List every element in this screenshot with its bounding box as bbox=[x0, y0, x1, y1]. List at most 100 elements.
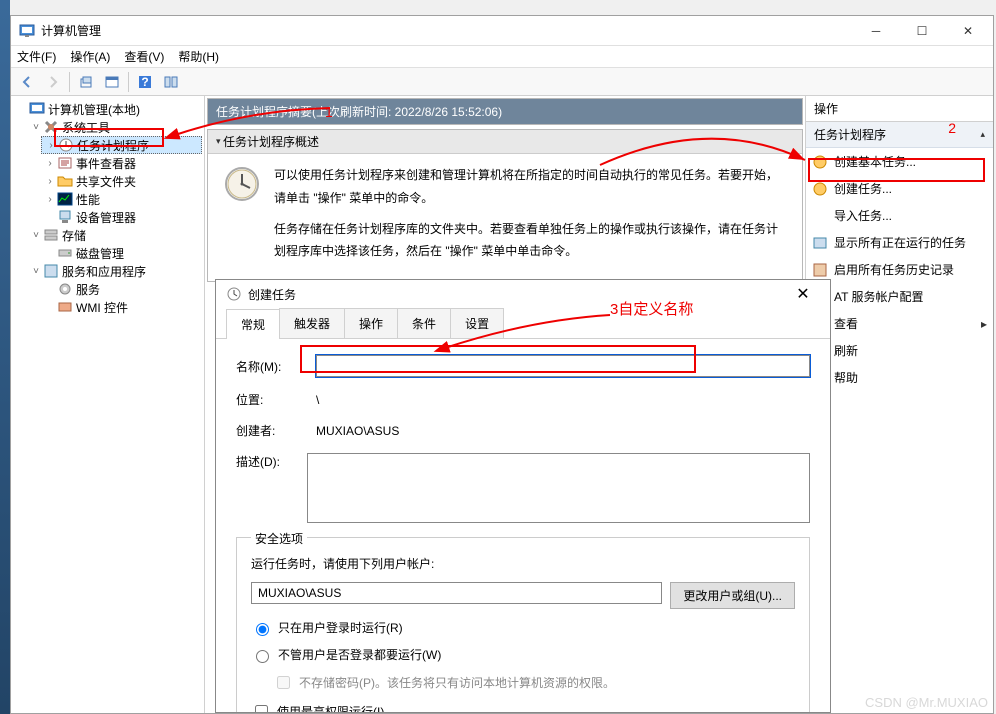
annotation-2: 2 bbox=[948, 120, 956, 136]
creator-label: 创建者: bbox=[236, 422, 306, 439]
overview-box: ▾ 任务计划程序概述 可以使用任务计划程序来创建和管理计算机将在所指定的时间自动… bbox=[207, 129, 803, 282]
desc-input[interactable] bbox=[307, 453, 810, 523]
actions-group: 任务计划程序▴ bbox=[806, 122, 993, 148]
svg-text:?: ? bbox=[141, 75, 148, 89]
annotation-3: 3自定义名称 bbox=[610, 298, 693, 319]
toolbar: ? bbox=[11, 68, 993, 96]
action-at-config[interactable]: AT 服务帐户配置 bbox=[806, 283, 993, 310]
tree-sharedfolders[interactable]: ›共享文件夹 bbox=[41, 172, 202, 190]
tree-eventviewer[interactable]: ›事件查看器 bbox=[41, 154, 202, 172]
location-label: 位置: bbox=[236, 391, 306, 408]
action-help[interactable]: 帮助 bbox=[806, 364, 993, 391]
action-refresh[interactable]: 刷新 bbox=[806, 337, 993, 364]
tree-systools[interactable]: ˅系统工具 bbox=[27, 118, 202, 136]
action-enable-history[interactable]: 启用所有任务历史记录 bbox=[806, 256, 993, 283]
window-title: 计算机管理 bbox=[41, 22, 853, 39]
titlebar: 计算机管理 ─ ☐ ✕ bbox=[11, 16, 993, 46]
close-button[interactable]: ✕ bbox=[945, 16, 991, 46]
layer-icon bbox=[79, 75, 93, 89]
tree-root-node[interactable]: 计算机管理(本地) bbox=[13, 100, 202, 118]
action-view[interactable]: 查看▸ bbox=[806, 310, 993, 337]
security-legend: 安全选项 bbox=[251, 530, 307, 547]
dialog-title: 创建任务 bbox=[248, 286, 782, 303]
chk-highest-priv[interactable]: 使用最高权限运行(I) bbox=[251, 702, 795, 712]
dialog-tabs: 常规 触发器 操作 条件 设置 bbox=[216, 308, 830, 339]
change-user-button[interactable]: 更改用户或组(U)... bbox=[670, 582, 795, 609]
event-icon bbox=[57, 155, 73, 171]
gear-icon bbox=[57, 281, 73, 297]
name-input[interactable] bbox=[316, 355, 810, 377]
action-import[interactable]: 导入任务... bbox=[806, 202, 993, 229]
action-create-task[interactable]: 创建任务... bbox=[806, 175, 993, 202]
tree-services-apps[interactable]: ˅服务和应用程序 bbox=[27, 262, 202, 280]
tree-diskmgmt[interactable]: 磁盘管理 bbox=[41, 244, 202, 262]
account-input[interactable] bbox=[251, 582, 662, 604]
panel-button[interactable] bbox=[159, 71, 183, 93]
window-icon bbox=[105, 75, 119, 89]
tab-triggers[interactable]: 触发器 bbox=[279, 308, 345, 338]
storage-icon bbox=[43, 227, 59, 243]
menu-action[interactable]: 操作(A) bbox=[70, 48, 110, 65]
chk-no-password: 不存储密码(P)。该任务将只有访问本地计算机资源的权限。 bbox=[251, 673, 795, 692]
help-button[interactable]: ? bbox=[133, 71, 157, 93]
tree-pane: 计算机管理(本地) ˅系统工具 ›任务计划程序 ›事件查看器 ›共享文件夹 ›性… bbox=[11, 96, 205, 713]
tools-icon bbox=[43, 119, 59, 135]
big-clock-icon bbox=[222, 164, 262, 204]
tab-actions[interactable]: 操作 bbox=[344, 308, 398, 338]
desc-label: 描述(D): bbox=[236, 453, 297, 470]
computer-mgmt-icon bbox=[19, 23, 35, 39]
radio-logged-on[interactable]: 只在用户登录时运行(R) bbox=[251, 619, 795, 636]
minimize-button[interactable]: ─ bbox=[853, 16, 899, 46]
watermark: CSDN @Mr.MUXIAO bbox=[865, 695, 988, 710]
menu-help[interactable]: 帮助(H) bbox=[178, 48, 219, 65]
history-icon bbox=[812, 262, 828, 278]
panels-icon bbox=[164, 75, 178, 89]
back-button[interactable] bbox=[15, 71, 39, 93]
overview-header: ▾ 任务计划程序概述 bbox=[208, 130, 802, 154]
computer-icon bbox=[29, 101, 45, 117]
creator-value: MUXIAO\ASUS bbox=[316, 424, 810, 438]
action-create-basic[interactable]: 创建基本任务... bbox=[806, 148, 993, 175]
wand-icon bbox=[812, 154, 828, 170]
arrow-left-icon bbox=[20, 75, 34, 89]
action-show-running[interactable]: 显示所有正在运行的任务 bbox=[806, 229, 993, 256]
tab-general[interactable]: 常规 bbox=[226, 309, 280, 339]
disk-icon bbox=[57, 245, 73, 261]
menu-view[interactable]: 查看(V) bbox=[124, 48, 164, 65]
tab-conditions[interactable]: 条件 bbox=[397, 308, 451, 338]
clock-icon bbox=[226, 286, 242, 302]
tree-perf[interactable]: ›性能 bbox=[41, 190, 202, 208]
overview-text: 可以使用任务计划程序来创建和管理计算机将在所指定的时间自动执行的常见任务。若要开… bbox=[274, 164, 788, 263]
clock-icon bbox=[58, 137, 74, 153]
summary-header: 任务计划程序摘要(上次刷新时间: 2022/8/26 15:52:06) bbox=[207, 98, 803, 125]
folder-share-icon bbox=[57, 173, 73, 189]
running-icon bbox=[812, 235, 828, 251]
actions-header: 操作 bbox=[806, 96, 993, 122]
dialog-close-button[interactable]: ✕ bbox=[782, 280, 824, 308]
run-as-label: 运行任务时，请使用下列用户帐户: bbox=[251, 555, 795, 572]
tree-devicemgr[interactable]: 设备管理器 bbox=[41, 208, 202, 226]
tree-services[interactable]: 服务 bbox=[41, 280, 202, 298]
arrow-right-icon bbox=[46, 75, 60, 89]
tree-storage[interactable]: ˅存储 bbox=[27, 226, 202, 244]
forward-button[interactable] bbox=[41, 71, 65, 93]
up-button[interactable] bbox=[74, 71, 98, 93]
services-apps-icon bbox=[43, 263, 59, 279]
maximize-button[interactable]: ☐ bbox=[899, 16, 945, 46]
tree-wmi[interactable]: WMI 控件 bbox=[41, 298, 202, 316]
tab-settings[interactable]: 设置 bbox=[450, 308, 504, 338]
props-button[interactable] bbox=[100, 71, 124, 93]
name-label: 名称(M): bbox=[236, 358, 306, 375]
menu-file[interactable]: 文件(F) bbox=[17, 48, 56, 65]
dialog-titlebar: 创建任务 ✕ bbox=[216, 280, 830, 308]
menubar: 文件(F) 操作(A) 查看(V) 帮助(H) bbox=[11, 46, 993, 68]
actions-pane: 操作 任务计划程序▴ 创建基本任务... 创建任务... 导入任务... 显示所… bbox=[805, 96, 993, 713]
security-fieldset: 安全选项 运行任务时，请使用下列用户帐户: 更改用户或组(U)... 只在用户登… bbox=[236, 537, 810, 712]
wmi-icon bbox=[57, 299, 73, 315]
task-icon bbox=[812, 181, 828, 197]
tree-taskscheduler[interactable]: ›任务计划程序 bbox=[41, 136, 202, 154]
radio-not-logged[interactable]: 不管用户是否登录都要运行(W) bbox=[251, 646, 795, 663]
annotation-1: 1 bbox=[325, 104, 333, 120]
location-value: \ bbox=[316, 393, 810, 407]
help-icon: ? bbox=[138, 75, 152, 89]
